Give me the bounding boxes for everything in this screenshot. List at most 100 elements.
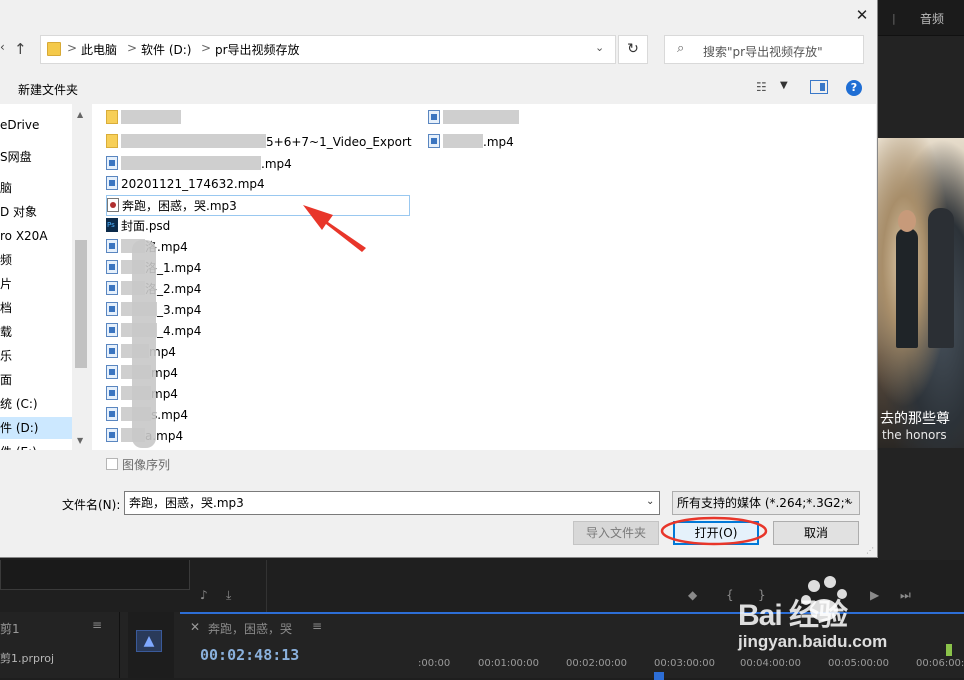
search-input[interactable]: ⌕ 搜索"pr导出视频存放" <box>664 35 864 64</box>
file-item[interactable]: .mp4 <box>106 154 410 175</box>
video-subtitle-chinese: 去的那些尊 <box>880 411 950 427</box>
file-name: .mp4 <box>261 157 292 171</box>
video-file-icon <box>428 110 440 124</box>
nav-item-downloads[interactable]: 载 <box>0 321 72 343</box>
chevron-down-icon[interactable]: ▼ <box>780 80 788 91</box>
scroll-up-icon[interactable]: ▲ <box>77 110 83 119</box>
search-icon: ⌕ <box>677 41 685 56</box>
file-item[interactable]: 20201121_174632.mp4 <box>106 174 410 195</box>
chevron-down-icon[interactable]: ⌄ <box>846 496 854 507</box>
close-sequence-icon[interactable]: ✕ <box>190 620 200 634</box>
preview-pane-icon[interactable] <box>810 80 828 94</box>
image-sequence-checkbox[interactable] <box>106 458 118 470</box>
nav-item-music[interactable]: 乐 <box>0 345 72 367</box>
insert-icon[interactable]: ⤓ <box>226 588 231 603</box>
selection-tool-icon[interactable]: ▲ <box>136 630 162 652</box>
nav-item-this-pc[interactable]: 脑 <box>0 177 72 199</box>
cancel-button[interactable]: 取消 <box>773 521 859 545</box>
folder-icon <box>106 110 118 124</box>
marker-icon[interactable]: ◆ <box>688 588 697 602</box>
video-person <box>896 228 918 348</box>
work-area-marker <box>946 644 952 656</box>
nav-item-desktop[interactable]: 面 <box>0 369 72 391</box>
video-file-icon <box>428 134 440 148</box>
in-point-icon[interactable]: { <box>726 588 734 602</box>
ruler-tick-label: 00:01:00:00 <box>478 658 540 669</box>
up-arrow-icon[interactable]: ↑ <box>14 40 27 58</box>
back-icon[interactable]: ‹ <box>0 40 5 54</box>
view-options-icon[interactable]: ☷ <box>756 80 767 94</box>
file-item-selected[interactable]: 奔跑，困惑，哭.mp3 <box>106 195 410 216</box>
file-item[interactable] <box>106 108 410 129</box>
file-item[interactable]: 封面.psd <box>106 216 410 237</box>
nav-item-drive-d[interactable]: 件 (D:) <box>0 417 72 439</box>
breadcrumb-drive-d[interactable]: 软件 (D:) <box>141 41 191 58</box>
video-preview <box>878 138 964 448</box>
refresh-button[interactable]: ↻ <box>618 35 648 64</box>
sequence-tab[interactable]: 奔跑，困惑，哭 <box>208 620 292 637</box>
nav-item-device[interactable]: ro X20A <box>0 225 72 247</box>
file-list: 5+6+7~1_Video_Export .mp4 20201121_17463… <box>92 104 876 450</box>
video-file-icon <box>106 386 118 400</box>
navigation-scrollbar[interactable]: ▲ ▼ <box>72 104 90 450</box>
panel-menu-icon[interactable]: ≡ <box>312 619 322 633</box>
image-sequence-label: 图像序列 <box>122 458 171 472</box>
video-file-icon <box>106 260 118 274</box>
folder-icon <box>47 42 61 56</box>
nav-item-drive-c[interactable]: 统 (C:) <box>0 393 72 415</box>
breadcrumb-separator[interactable]: > <box>127 41 137 55</box>
filename-label: 文件名(N): <box>62 498 121 512</box>
video-person <box>928 208 954 348</box>
timecode-display[interactable]: 00:02:48:13 <box>200 646 299 664</box>
filename-field[interactable]: 奔跑，困惑，哭.mp3 <box>124 491 660 515</box>
file-name: .mp4 <box>483 135 514 149</box>
folder-icon <box>106 134 118 148</box>
playhead[interactable] <box>654 672 664 680</box>
file-name: _4.mp4 <box>157 324 202 338</box>
close-button[interactable]: ✕ <box>848 2 876 28</box>
panel-menu-icon[interactable]: ≡ <box>92 618 102 632</box>
file-item[interactable]: .mp4 <box>428 132 538 153</box>
video-file-icon <box>106 239 118 253</box>
file-name: 奔跑，困惑，哭.mp3 <box>122 199 237 213</box>
baidu-watermark: Bai 经验 jingyan.baidu.com <box>738 572 938 662</box>
nav-item-drive-e[interactable]: 件 (E:) <box>0 441 72 450</box>
file-item[interactable]: 5+6+7~1_Video_Export <box>106 132 412 153</box>
resize-grip-icon[interactable]: ⋰ <box>866 546 874 555</box>
export-frame-icon[interactable]: ♪ <box>200 588 208 602</box>
file-name: s.mp4 <box>151 408 189 422</box>
breadcrumb-this-pc[interactable]: 此电脑 <box>81 41 117 58</box>
blurred-filename <box>443 134 483 148</box>
new-folder-button[interactable]: 新建文件夹 <box>18 81 78 98</box>
video-file-icon <box>106 323 118 337</box>
chevron-down-icon[interactable]: ⌄ <box>595 41 604 54</box>
scrollbar-thumb[interactable] <box>75 240 87 368</box>
breadcrumb-separator[interactable]: > <box>201 41 211 55</box>
address-bar[interactable]: > 此电脑 > 软件 (D:) > pr导出视频存放 ⌄ <box>40 35 616 64</box>
file-item[interactable] <box>428 108 538 129</box>
scroll-down-icon[interactable]: ▼ <box>77 436 83 445</box>
chevron-down-icon[interactable]: ⌄ <box>646 496 654 507</box>
video-file-icon <box>106 176 118 190</box>
tab-separator: | <box>892 12 896 25</box>
project-panel-title[interactable]: 剪1 <box>0 620 20 637</box>
open-button[interactable]: 打开(O) <box>673 521 759 545</box>
import-folder-button[interactable]: 导入文件夹 <box>573 521 659 545</box>
video-file-icon <box>106 344 118 358</box>
search-placeholder: 搜索"pr导出视频存放" <box>703 45 823 59</box>
project-file-name[interactable]: 剪1.prproj <box>0 650 54 666</box>
tab-audio[interactable]: 音频 <box>920 10 944 27</box>
nav-item-documents[interactable]: 档 <box>0 297 72 319</box>
nav-item-wps-drive[interactable]: S网盘 <box>0 146 72 168</box>
file-type-select[interactable]: 所有支持的媒体 (*.264;*.3G2;* <box>672 491 860 515</box>
nav-item-3d-objects[interactable]: D 对象 <box>0 201 72 223</box>
nav-item-pictures[interactable]: 片 <box>0 273 72 295</box>
help-icon[interactable]: ? <box>846 80 862 96</box>
nav-item-videos[interactable]: 频 <box>0 249 72 271</box>
breadcrumb-separator[interactable]: > <box>67 41 77 55</box>
nav-item-onedrive[interactable]: eDrive <box>0 114 72 136</box>
video-file-icon <box>106 281 118 295</box>
blurred-filename <box>121 156 261 170</box>
breadcrumb-current-folder[interactable]: pr导出视频存放 <box>215 41 300 58</box>
audio-file-icon <box>107 198 119 212</box>
